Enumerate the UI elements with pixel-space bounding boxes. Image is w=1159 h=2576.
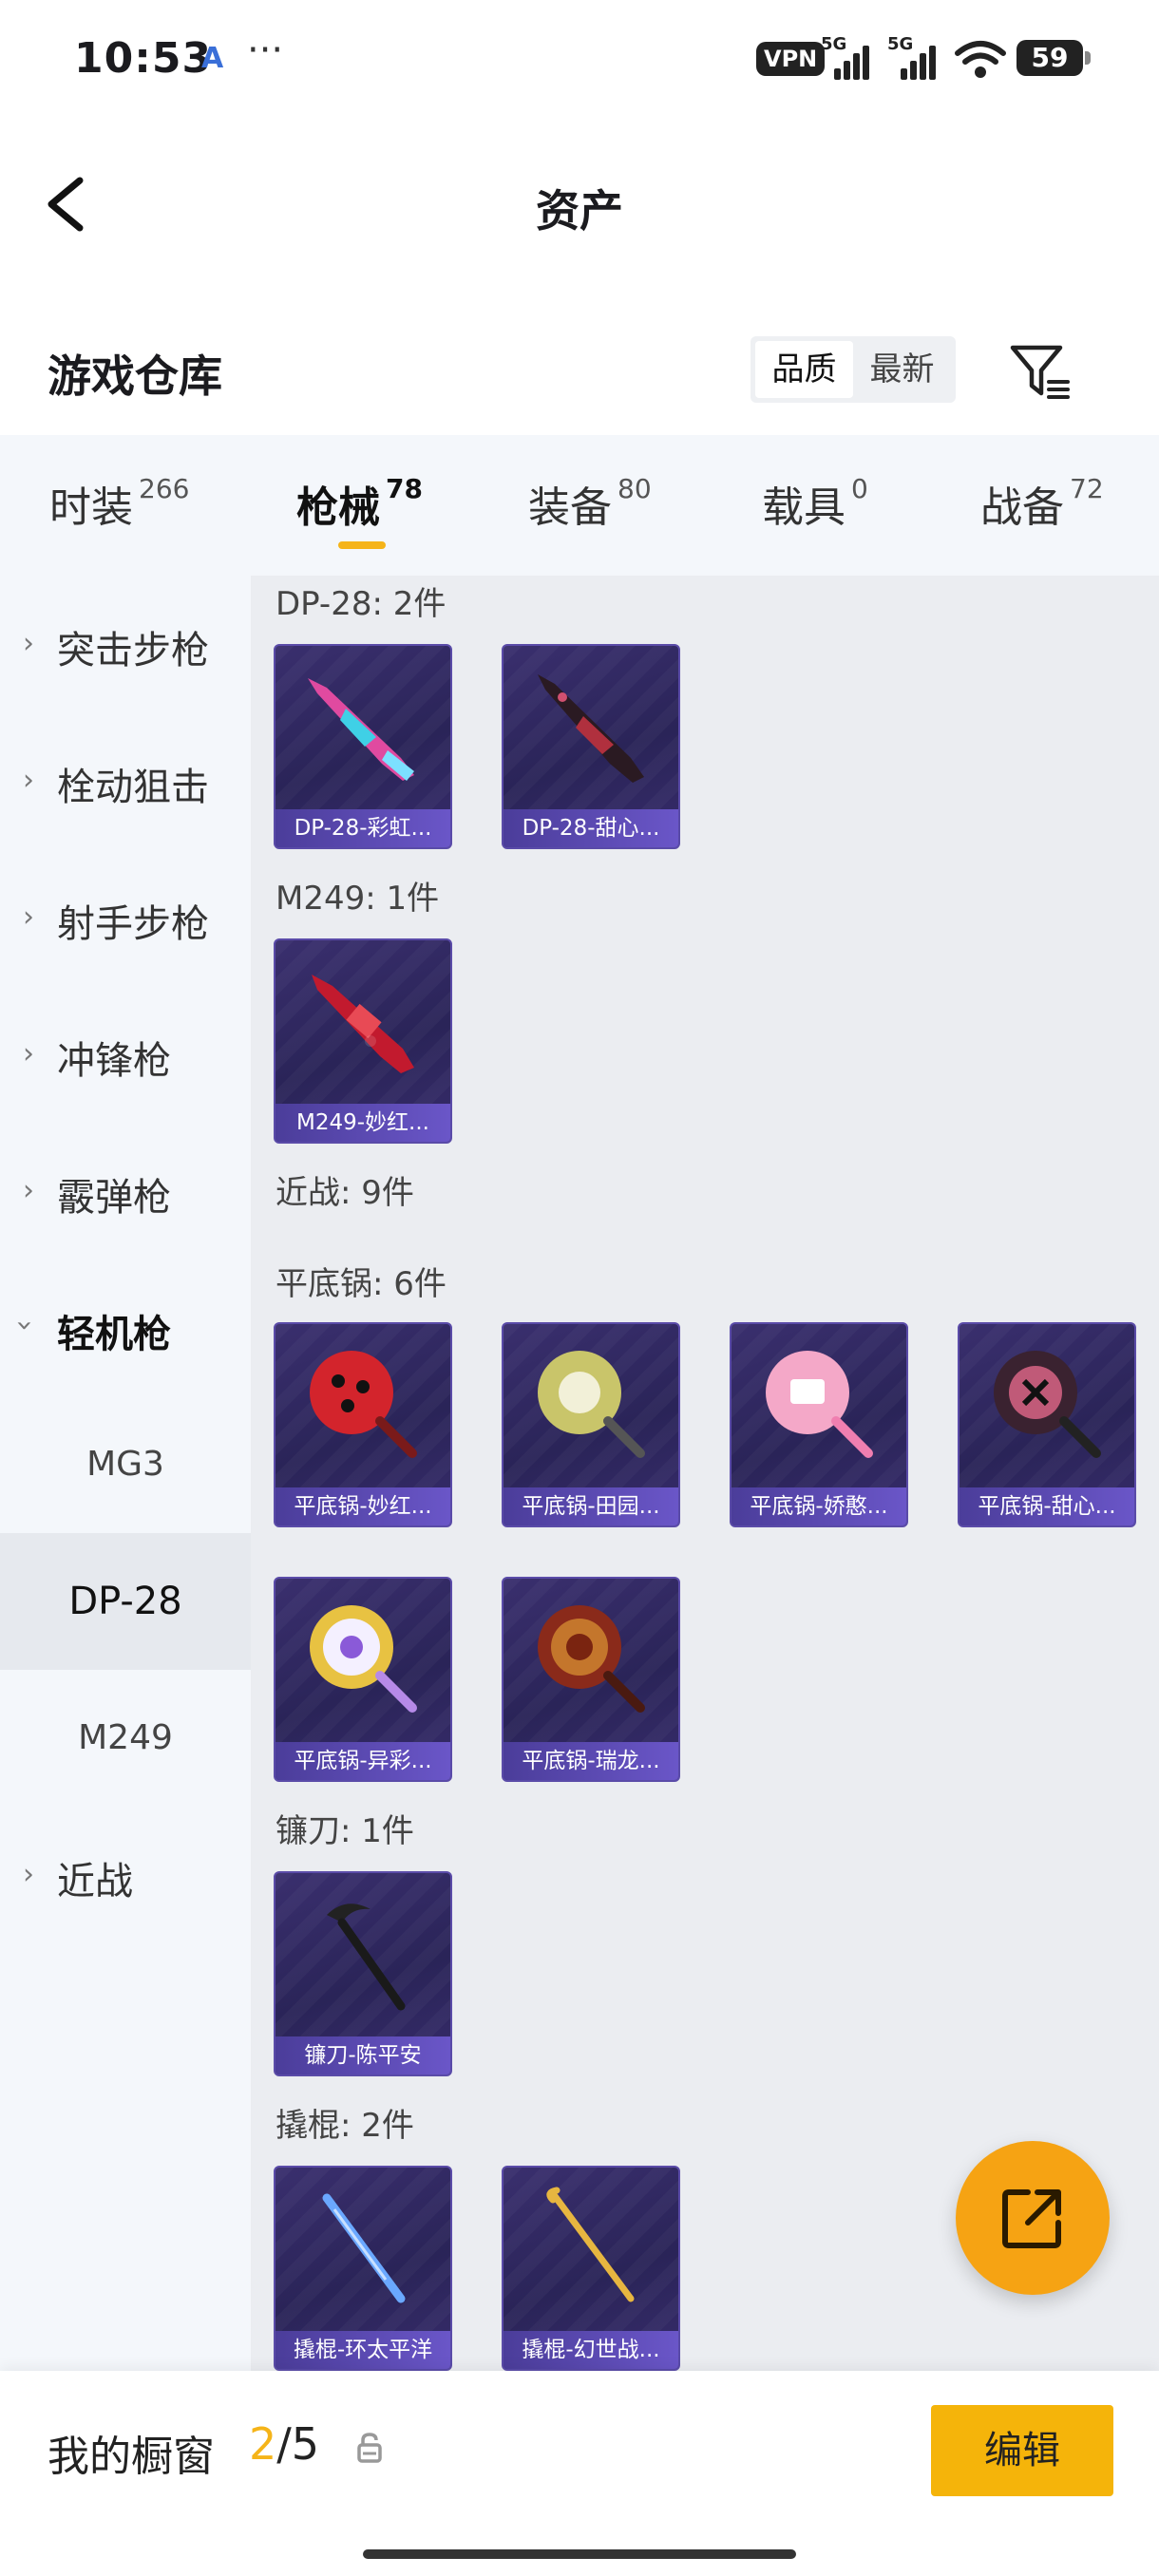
- signal-icon: 5G: [821, 34, 876, 80]
- section-title-pan: 平底锅: 6件: [276, 1265, 446, 1303]
- crowbar-icon: [546, 2187, 635, 2302]
- sort-by-newest[interactable]: 最新: [853, 341, 951, 398]
- pan-icon: [310, 1605, 417, 1713]
- pan-icon: [538, 1351, 645, 1458]
- item-card[interactable]: M249-妙红...: [274, 938, 452, 1144]
- sort-by-quality[interactable]: 品质: [755, 341, 853, 398]
- page-title: 资产: [536, 185, 623, 237]
- section-title-dp28: DP-28: 2件: [276, 585, 446, 623]
- item-card[interactable]: 平底锅-甜心...: [958, 1322, 1136, 1527]
- machine-gun-icon: [312, 975, 414, 1073]
- chevron-right-icon: ›: [23, 1174, 34, 1207]
- filter-button[interactable]: [1007, 338, 1074, 405]
- chevron-right-icon: ›: [23, 627, 34, 660]
- battery-indicator: 59: [1016, 40, 1091, 76]
- item-card[interactable]: 平底锅-异彩...: [274, 1577, 452, 1782]
- sidebar-item-shotgun[interactable]: › 霰弹枪: [0, 1123, 251, 1260]
- item-card[interactable]: DP-28-彩虹...: [274, 644, 452, 849]
- category-tabs: 时装 266 枪械 78 装备 80 载具 0 战备 72: [0, 435, 1159, 576]
- edit-button[interactable]: 编辑: [931, 2405, 1113, 2496]
- share-button[interactable]: [956, 2141, 1110, 2295]
- chevron-right-icon: ›: [23, 1037, 34, 1070]
- warehouse-title: 游戏仓库: [48, 350, 222, 402]
- sort-toggle: 品质 最新: [750, 336, 956, 403]
- sidebar-item-melee[interactable]: › 近战: [0, 1807, 251, 1943]
- pan-icon: [766, 1351, 873, 1458]
- tab-firearms[interactable]: 枪械 78: [296, 473, 423, 534]
- showcase-label: 我的橱窗: [48, 2433, 215, 2481]
- chevron-right-icon: ›: [23, 764, 34, 797]
- item-card[interactable]: 撬棍-环太平洋: [274, 2166, 452, 2371]
- section-title-melee: 近战: 9件: [276, 1174, 414, 1212]
- warehouse-header: 游戏仓库 品质 最新: [0, 313, 1159, 427]
- chevron-right-icon: ›: [23, 900, 34, 934]
- more-notifications-icon: ···: [247, 28, 284, 72]
- item-grid: DP-28: 2件 DP-28-彩虹... DP-28-甜心... M249: …: [251, 576, 1159, 2371]
- share-out-icon: [1002, 2189, 1061, 2248]
- item-card[interactable]: DP-28-甜心...: [502, 644, 680, 849]
- item-card[interactable]: 平底锅-娇憨...: [730, 1322, 908, 1527]
- status-bar: 10:53 A ··· VPN 5G 5G 59: [0, 0, 1159, 123]
- sidebar-item-lmg[interactable]: › 轻机枪: [0, 1260, 251, 1396]
- nav-bar: 资产: [0, 142, 1159, 266]
- sidebar-item-marksman-rifle[interactable]: › 射手步枪: [0, 849, 251, 986]
- item-card[interactable]: 镰刀-陈平安: [274, 1871, 452, 2076]
- showcase-bar: 我的橱窗 2/5 编辑: [0, 2371, 1159, 2576]
- vpn-badge: VPN: [756, 42, 826, 76]
- sidebar-item-bolt-sniper[interactable]: › 栓动狙击: [0, 712, 251, 849]
- sickle-icon: [327, 1904, 406, 2011]
- item-card[interactable]: 平底锅-妙红...: [274, 1322, 452, 1527]
- chevron-right-icon: ›: [23, 1858, 34, 1891]
- weapon-type-sidebar: › 突击步枪 › 栓动狙击 › 射手步枪 › 冲锋枪 › 霰弹枪 › 轻机枪 M…: [0, 576, 251, 2371]
- tab-fashion[interactable]: 时装 266: [49, 473, 189, 534]
- item-card[interactable]: 撬棍-幻世战...: [502, 2166, 680, 2371]
- sidebar-subitem-m249[interactable]: M249: [0, 1670, 251, 1807]
- active-tab-indicator: [338, 541, 386, 549]
- showcase-count: 2/5: [249, 2418, 320, 2470]
- rifle-icon: [308, 678, 414, 781]
- chevron-down-icon: ›: [8, 1319, 42, 1332]
- app-notification-icon: A: [201, 42, 224, 75]
- pan-icon: [310, 1351, 417, 1458]
- lock-icon: [357, 2433, 382, 2463]
- sidebar-item-smg[interactable]: › 冲锋枪: [0, 986, 251, 1123]
- sidebar-item-assault-rifle[interactable]: › 突击步枪: [0, 576, 251, 712]
- tab-gear[interactable]: 战备 72: [980, 473, 1104, 534]
- wifi-icon: [955, 41, 1006, 78]
- section-title-crowbar: 撬棍: 2件: [276, 2107, 414, 2145]
- tab-vehicles[interactable]: 载具 0: [762, 473, 868, 534]
- rifle-icon: [538, 674, 644, 783]
- section-title-m249: M249: 1件: [276, 880, 440, 918]
- crowbar-icon: [322, 2193, 406, 2303]
- pan-icon: [994, 1351, 1101, 1458]
- section-title-sickle: 镰刀: 1件: [276, 1812, 414, 1850]
- home-indicator[interactable]: [363, 2549, 796, 2559]
- signal-icon: 5G: [887, 34, 942, 80]
- item-card[interactable]: 平底锅-瑞龙...: [502, 1577, 680, 1782]
- item-card[interactable]: 平底锅-田园...: [502, 1322, 680, 1527]
- pan-icon: [538, 1605, 645, 1713]
- status-time: 10:53: [74, 34, 213, 83]
- sidebar-subitem-mg3[interactable]: MG3: [0, 1396, 251, 1533]
- tab-equipment[interactable]: 装备 80: [528, 473, 652, 534]
- sidebar-subitem-dp28[interactable]: DP-28: [0, 1533, 251, 1670]
- filter-icon: [1010, 345, 1070, 399]
